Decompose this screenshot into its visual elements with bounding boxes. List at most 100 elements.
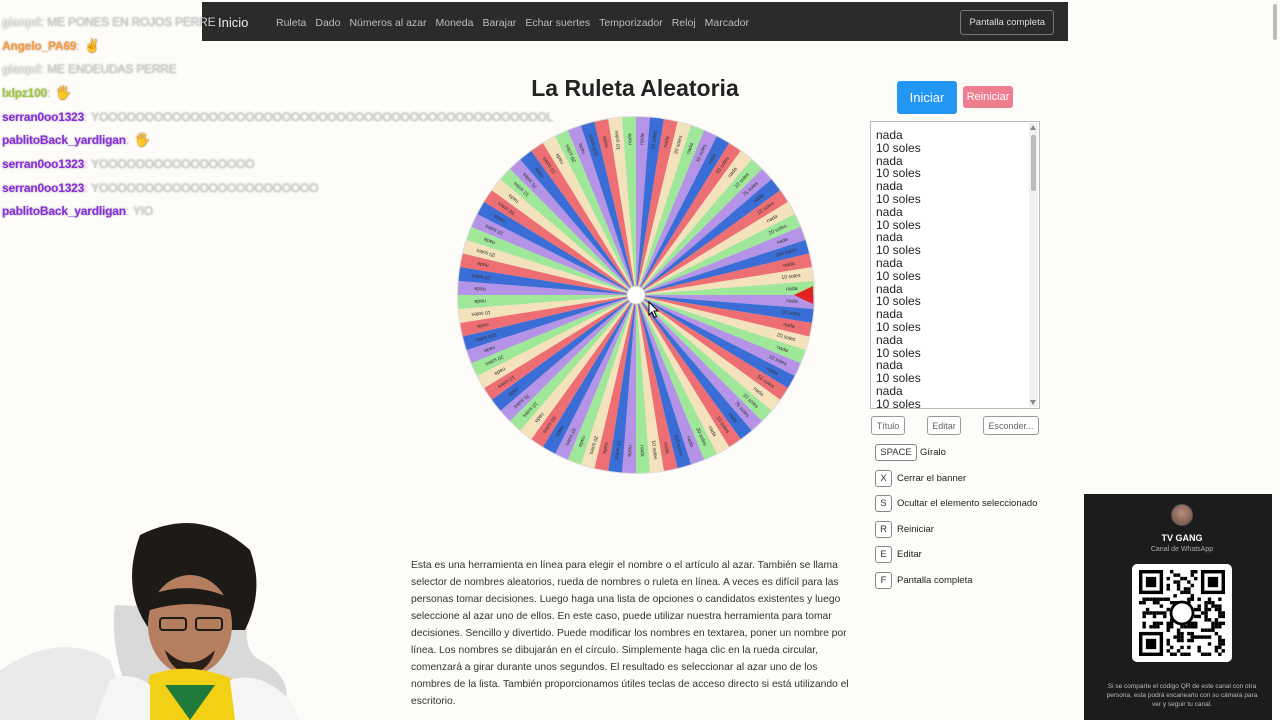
qr-module [1194,635,1198,639]
option-line: 10 soles [876,319,921,334]
qr-module [1176,583,1181,588]
chat-username[interactable]: gianpd [2,15,40,29]
qr-module [1214,618,1219,622]
qr-module [1180,590,1184,595]
options-scrollbar[interactable] [1029,123,1038,407]
streamer-webcam [0,523,300,720]
chat-username[interactable]: serran0oo1323 [2,157,84,171]
title-button[interactable]: Título [871,416,905,435]
qr-module [1166,628,1170,632]
qr-module [1180,645,1184,650]
chat-message: YIO [132,204,154,219]
page-scroll-thumb[interactable] [1273,4,1277,40]
shortcut-key: S [875,495,892,512]
qr-module [1197,645,1201,650]
chat-username[interactable]: pablitoBack_yardligan [2,204,126,218]
navbar-fullscreen-button[interactable]: Pantalla completa [960,10,1054,35]
chat-message: YOOOOOOOOOOOOOOOOOOOOOOOO [91,180,319,195]
qr-module [1183,587,1188,591]
shortcut-label: Editar [897,549,922,560]
qr-module [1214,645,1219,650]
chat-username[interactable]: Angelo_PA69 [2,39,76,53]
qr-module [1218,645,1222,650]
qr-module [1204,652,1208,656]
roulette-wheel[interactable]: nada 10 soles nada 20 soles nada 10 soles nada… [451,110,821,480]
chat-username[interactable]: pablitoBack_yardligan [2,133,126,147]
nav-link-temporizador[interactable]: Temporizador [599,17,663,29]
hide-button[interactable]: Esconder... [983,416,1039,435]
shortcut-key: E [875,546,892,563]
scroll-thumb[interactable] [1031,135,1036,191]
wheel-segment-label: nada [626,445,632,457]
qr-module [1194,570,1198,574]
qr-module [1180,638,1184,643]
wheel-graphic[interactable]: nada 10 soles nada 20 soles nada 10 solesnada… [451,110,821,480]
qr-module [1152,597,1157,601]
qr-module [1166,649,1170,653]
scroll-up-icon[interactable] [1030,125,1036,130]
qr-module [1156,625,1160,629]
qr-module [1152,614,1157,619]
chat-emote-icon: 🖐 [133,132,150,148]
qr-module [1156,600,1160,605]
qr-module [1183,590,1188,595]
qr-module [1218,652,1222,656]
qr-module [1169,600,1174,605]
nav-link-marcador[interactable]: Marcador [705,17,749,29]
qr-module [1173,573,1177,577]
qr-module [1183,652,1188,656]
shortcut-label: Pantalla completa [897,575,973,586]
whatsapp-promo-panel: TV GANG Canal de WhatsApp Si se comparte… [1084,494,1280,720]
chat-separator: : [76,38,80,53]
qr-module [1166,597,1170,601]
qr-module [1221,642,1225,646]
qr-module [1211,625,1215,629]
qr-module [1145,607,1150,612]
chat-separator: : [40,62,44,77]
shortcut-key: X [875,470,892,487]
shortcut-label: Cerrar el banner [897,473,967,484]
edit-button[interactable]: Editar [927,416,961,435]
qr-module [1221,611,1225,615]
qr-module [1159,604,1164,608]
qr-module [1187,645,1191,650]
chat-line: gianpd: ME PONES EN ROJOS PERRE [2,10,602,34]
chat-separator: : [84,180,88,195]
qr-module [1169,625,1174,629]
qr-module [1218,614,1222,619]
qr-module [1190,573,1195,577]
options-textarea[interactable]: nada 10 soles nada 10 soles nada 10 soles nada… [870,121,1040,409]
qr-module [1169,645,1174,650]
qr-module [1197,635,1201,639]
start-button[interactable]: Iniciar [897,81,957,114]
qr-module [1200,628,1205,632]
scroll-down-icon[interactable] [1030,400,1036,405]
qr-module [1187,638,1191,643]
qr-module [1145,597,1150,601]
nav-link-reloj[interactable]: Reloj [672,17,696,29]
qr-module [1194,614,1198,619]
qr-module [1190,635,1195,639]
wheel-segment-label: nada [786,298,798,304]
qr-module [1142,597,1146,601]
qr-module [1183,625,1188,629]
qr-module [1166,625,1170,629]
shortcut-key: R [875,521,892,538]
chat-username[interactable]: serran0oo1323 [2,110,84,124]
qr-module [1218,604,1222,608]
qr-module [1166,642,1170,646]
chat-username[interactable]: gianpd [2,62,40,76]
qr-module [1183,576,1188,581]
chat-message: ME ENDEUDAS PERRE [47,62,177,77]
qr-module [1190,638,1195,643]
page-scroll-track[interactable] [1272,0,1280,720]
qr-module [1176,580,1181,584]
chat-username[interactable]: lxlpz100 [2,86,47,100]
reset-button[interactable]: Reiniciar [963,86,1013,108]
qr-module [1204,618,1208,622]
option-line: 10 soles [876,396,921,409]
qr-module [1166,587,1170,591]
qr-module [1180,625,1184,629]
qr-module [1194,621,1198,626]
chat-username[interactable]: serran0oo1323 [2,181,84,195]
